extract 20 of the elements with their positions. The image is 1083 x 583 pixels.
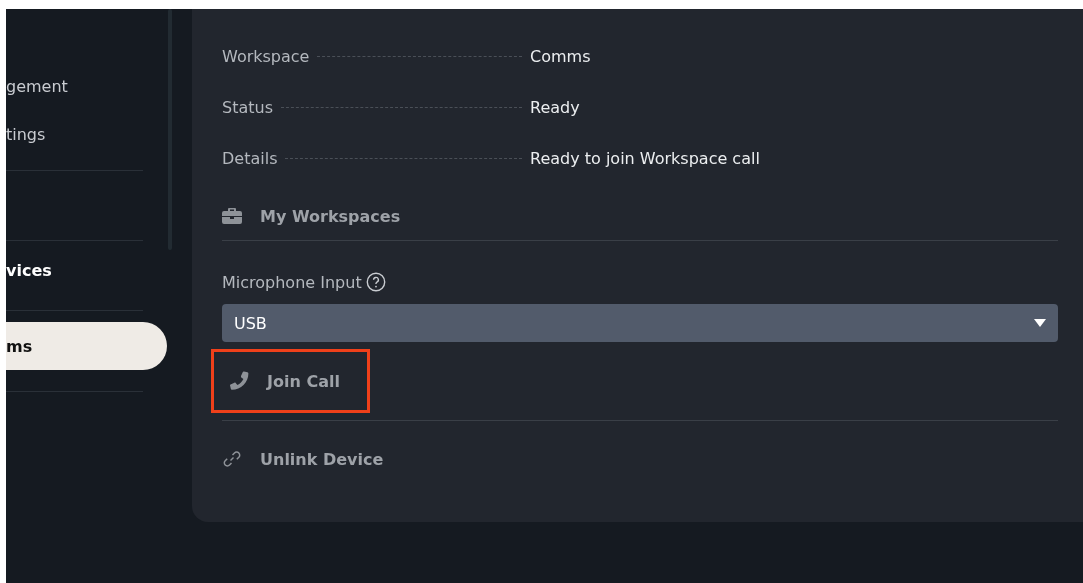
sidebar-item[interactable]: ms bbox=[6, 322, 167, 370]
join-call-button[interactable]: Join Call bbox=[211, 349, 370, 413]
dropdown-caret-icon bbox=[1034, 319, 1046, 327]
microphone-select[interactable]: USB bbox=[222, 304, 1058, 342]
sidebar-item[interactable]: tings bbox=[6, 110, 167, 158]
detail-value: Comms bbox=[530, 47, 591, 66]
detail-label: Workspace bbox=[222, 47, 310, 66]
my-workspaces-button[interactable]: My Workspaces bbox=[222, 206, 401, 226]
detail-value: Ready to join Workspace call bbox=[530, 149, 760, 168]
sidebar-item[interactable]: gement bbox=[6, 62, 167, 110]
unlink-device-button[interactable]: Unlink Device bbox=[222, 449, 384, 469]
phone-icon bbox=[229, 371, 249, 391]
detail-label: Status bbox=[222, 98, 273, 117]
microphone-input-label: Microphone Input bbox=[222, 272, 362, 292]
help-icon[interactable] bbox=[365, 272, 386, 292]
link-icon bbox=[222, 449, 242, 469]
detail-label: Details bbox=[222, 149, 278, 168]
briefcase-icon bbox=[222, 208, 242, 224]
detail-value: Ready bbox=[530, 98, 580, 117]
sidebar-heading: vices bbox=[6, 260, 53, 282]
